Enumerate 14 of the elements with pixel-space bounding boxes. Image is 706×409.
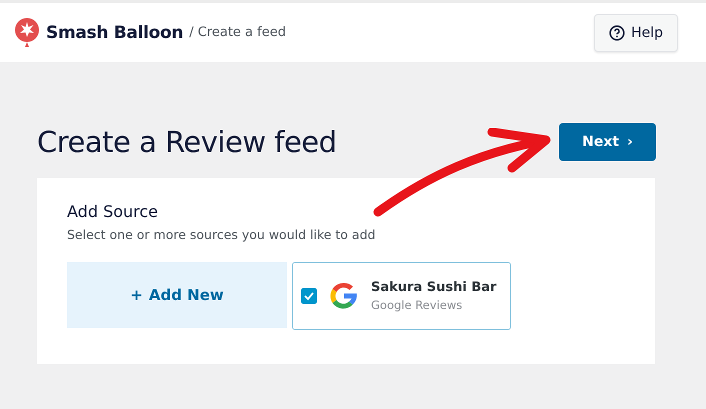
checkbox[interactable] [301, 288, 317, 304]
brand-name: Smash Balloon [46, 22, 184, 42]
next-button[interactable]: Next › [559, 123, 656, 161]
help-button[interactable]: Help [594, 14, 678, 52]
source-type: Google Reviews [371, 298, 464, 312]
section-heading: Add Source [67, 202, 160, 221]
source-name: Sakura Sushi Bar [371, 280, 496, 295]
help-icon [609, 24, 626, 40]
page-title: Create a Review feed [37, 125, 337, 159]
breadcrumb: / Create a feed [189, 25, 286, 40]
section-description: Select one or more sources you would like to add [67, 227, 376, 242]
add-new-button[interactable]: + Add New [67, 262, 287, 328]
balloon-logo-icon [14, 18, 40, 48]
source-option[interactable]: Sakura Sushi Bar Google Reviews [292, 262, 511, 330]
